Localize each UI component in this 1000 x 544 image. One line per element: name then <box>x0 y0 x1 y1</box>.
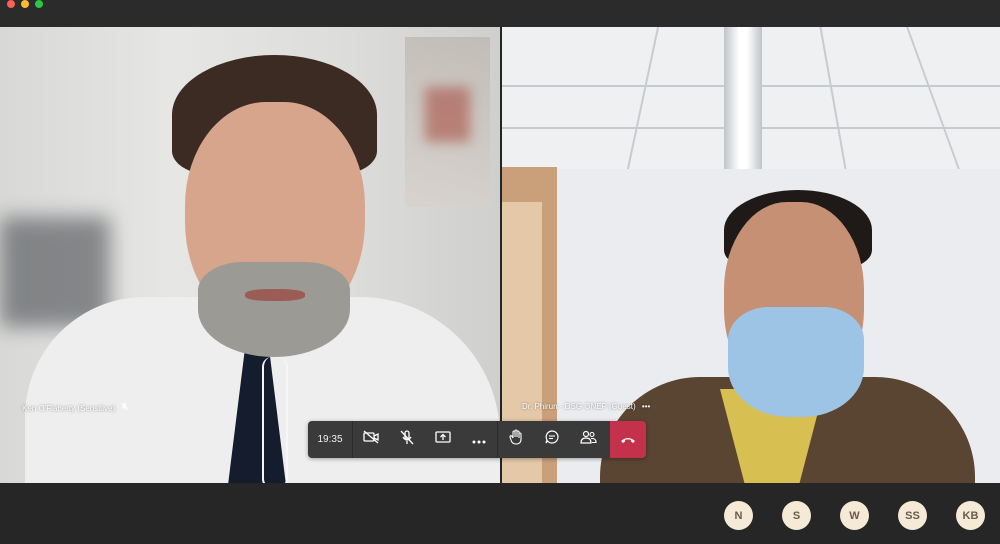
video-off-icon <box>363 430 379 449</box>
mic-toggle-button[interactable] <box>389 421 425 458</box>
mic-off-icon <box>400 429 414 450</box>
call-toolbar: 19:35 <box>308 421 646 458</box>
hangup-icon <box>620 431 636 449</box>
participant-avatar[interactable]: N <box>724 501 753 530</box>
camera-toggle-button[interactable] <box>353 421 389 458</box>
participant-name-label: Dr. Phirun - DSG ONEP (Guest) ••• <box>522 402 651 411</box>
more-icon <box>472 431 486 449</box>
mic-off-icon <box>120 402 129 413</box>
participant-avatar[interactable]: SS <box>898 501 927 530</box>
chat-icon <box>544 429 560 450</box>
raise-hand-icon <box>509 429 523 450</box>
ceiling-light <box>724 27 762 169</box>
participant-avatar[interactable]: W <box>840 501 869 530</box>
chat-button[interactable] <box>534 421 570 458</box>
face-mask <box>728 307 864 417</box>
people-icon <box>579 430 597 449</box>
video-tile-phirun[interactable]: Dr. Phirun - DSG ONEP (Guest) ••• <box>502 27 1000 483</box>
participants-button[interactable] <box>570 421 606 458</box>
participant-name-label: Ken O'Flaherty (Sensitive) <box>22 402 129 413</box>
more-actions-button[interactable] <box>461 421 497 458</box>
raise-hand-button[interactable] <box>498 421 534 458</box>
share-screen-button[interactable] <box>425 421 461 458</box>
minimize-window-button[interactable] <box>21 0 29 8</box>
share-screen-icon <box>435 430 451 449</box>
participant-avatar[interactable]: S <box>782 501 811 530</box>
maximize-window-button[interactable] <box>35 0 43 8</box>
call-timer: 19:35 <box>317 434 343 445</box>
participant-avatar[interactable]: KB <box>956 501 985 530</box>
close-window-button[interactable] <box>7 0 15 8</box>
window-titlebar <box>0 0 1000 27</box>
video-tile-ken[interactable]: Ken O'Flaherty (Sensitive) <box>0 27 500 483</box>
hang-up-button[interactable] <box>610 421 646 458</box>
more-options-icon[interactable]: ••• <box>642 402 650 411</box>
